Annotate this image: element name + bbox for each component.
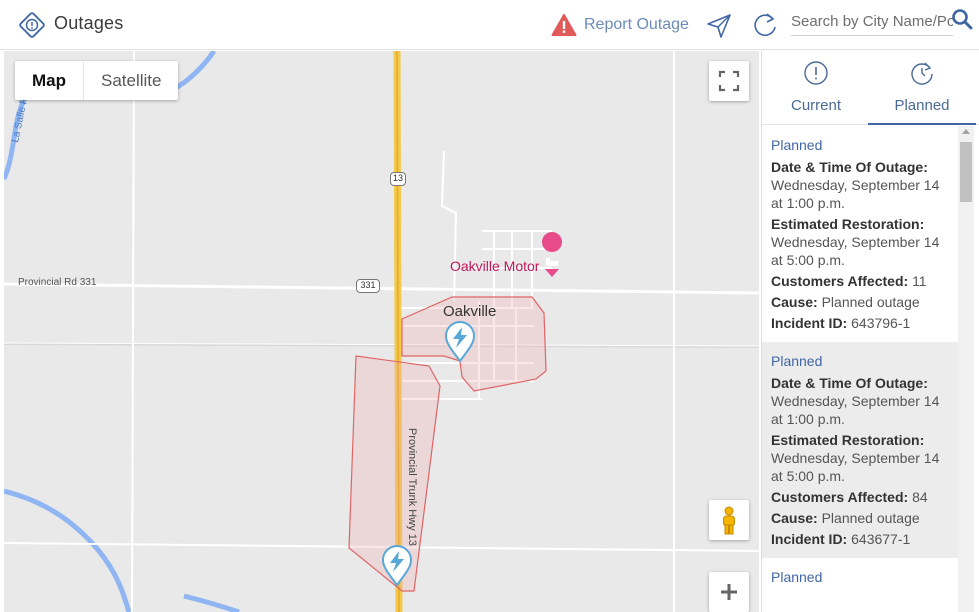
highway-shield: 13 — [390, 172, 406, 186]
map-type-control: Map Satellite — [15, 61, 179, 100]
alert-circle-icon — [804, 61, 828, 85]
motel-pin-icon[interactable] — [542, 232, 563, 277]
street-view-button[interactable] — [709, 500, 749, 540]
highway-shield: 331 — [356, 279, 380, 293]
outage-incident-id: Incident ID: 643677-1 — [771, 531, 911, 547]
outage-list[interactable]: Planned Date & Time Of Outage: Wednesday… — [762, 126, 979, 612]
app-header: Outages Report Outage — [0, 0, 979, 50]
outage-customers: Customers Affected: 84 — [771, 489, 928, 505]
outage-card[interactable]: Planned — [762, 558, 958, 597]
clock-refresh-icon — [911, 62, 933, 85]
outage-panel: Current Planned Planned Date & Time Of O… — [761, 51, 979, 612]
outage-map[interactable]: Provincial Rd 331 331 13 Oakville Oakvil… — [4, 51, 759, 612]
outage-tabs: Current Planned — [762, 51, 979, 125]
search-icon[interactable] — [951, 8, 973, 30]
town-label: Oakville — [443, 303, 497, 320]
pegman-icon — [723, 506, 735, 535]
outage-date: Date & Time Of Outage: Wednesday, Septem… — [771, 159, 940, 211]
outage-card[interactable]: Planned Date & Time Of Outage: Wednesday… — [762, 342, 958, 558]
outage-restoration: Estimated Restoration: Wednesday, Septem… — [771, 432, 940, 484]
outage-type: Planned — [771, 569, 823, 585]
tab-planned[interactable]: Planned — [868, 51, 976, 125]
scroll-up-arrow-icon[interactable] — [962, 129, 970, 134]
search-input[interactable] — [791, 8, 953, 36]
scroll-thumb[interactable] — [960, 142, 972, 202]
report-outage-button[interactable]: Report Outage — [551, 12, 689, 38]
warning-triangle-icon — [551, 14, 577, 36]
navigation-arrow-icon[interactable] — [705, 12, 733, 40]
page-title: Outages — [54, 13, 124, 33]
lightning-pin-icon[interactable] — [443, 321, 477, 363]
road-label: Provincial Rd 331 — [18, 277, 97, 288]
outage-cause: Cause: Planned outage — [771, 510, 920, 526]
tab-current[interactable]: Current — [762, 51, 870, 125]
fullscreen-button[interactable] — [709, 61, 749, 101]
map-type-satellite-button[interactable]: Satellite — [83, 61, 178, 100]
list-scrollbar[interactable] — [958, 126, 974, 612]
fullscreen-icon — [718, 70, 740, 92]
plus-icon — [721, 584, 737, 600]
highway-label: Provincial Trunk Hwy 13 — [406, 428, 418, 546]
tab-current-label: Current — [790, 97, 842, 114]
outage-card[interactable]: Planned Date & Time Of Outage: Wednesday… — [762, 126, 958, 342]
outage-type: Planned — [771, 137, 823, 153]
outage-date: Date & Time Of Outage: Wednesday, Septem… — [771, 375, 940, 427]
search-box — [791, 8, 979, 38]
outage-alert-diamond-icon — [19, 12, 45, 38]
report-outage-label: Report Outage — [584, 16, 689, 33]
outage-incident-id: Incident ID: 643796-1 — [771, 315, 911, 331]
zoom-in-button[interactable] — [709, 572, 749, 612]
refresh-icon[interactable] — [751, 10, 779, 40]
outage-type: Planned — [771, 353, 823, 369]
motel-label: Oakville Motor — [450, 258, 540, 274]
outage-cause: Cause: Planned outage — [771, 294, 920, 310]
tab-planned-label: Planned — [894, 97, 950, 114]
map-canvas — [4, 51, 759, 612]
outage-customers: Customers Affected: 11 — [771, 273, 927, 289]
map-type-map-button[interactable]: Map — [15, 61, 83, 100]
outage-restoration: Estimated Restoration: Wednesday, Septem… — [771, 216, 940, 268]
